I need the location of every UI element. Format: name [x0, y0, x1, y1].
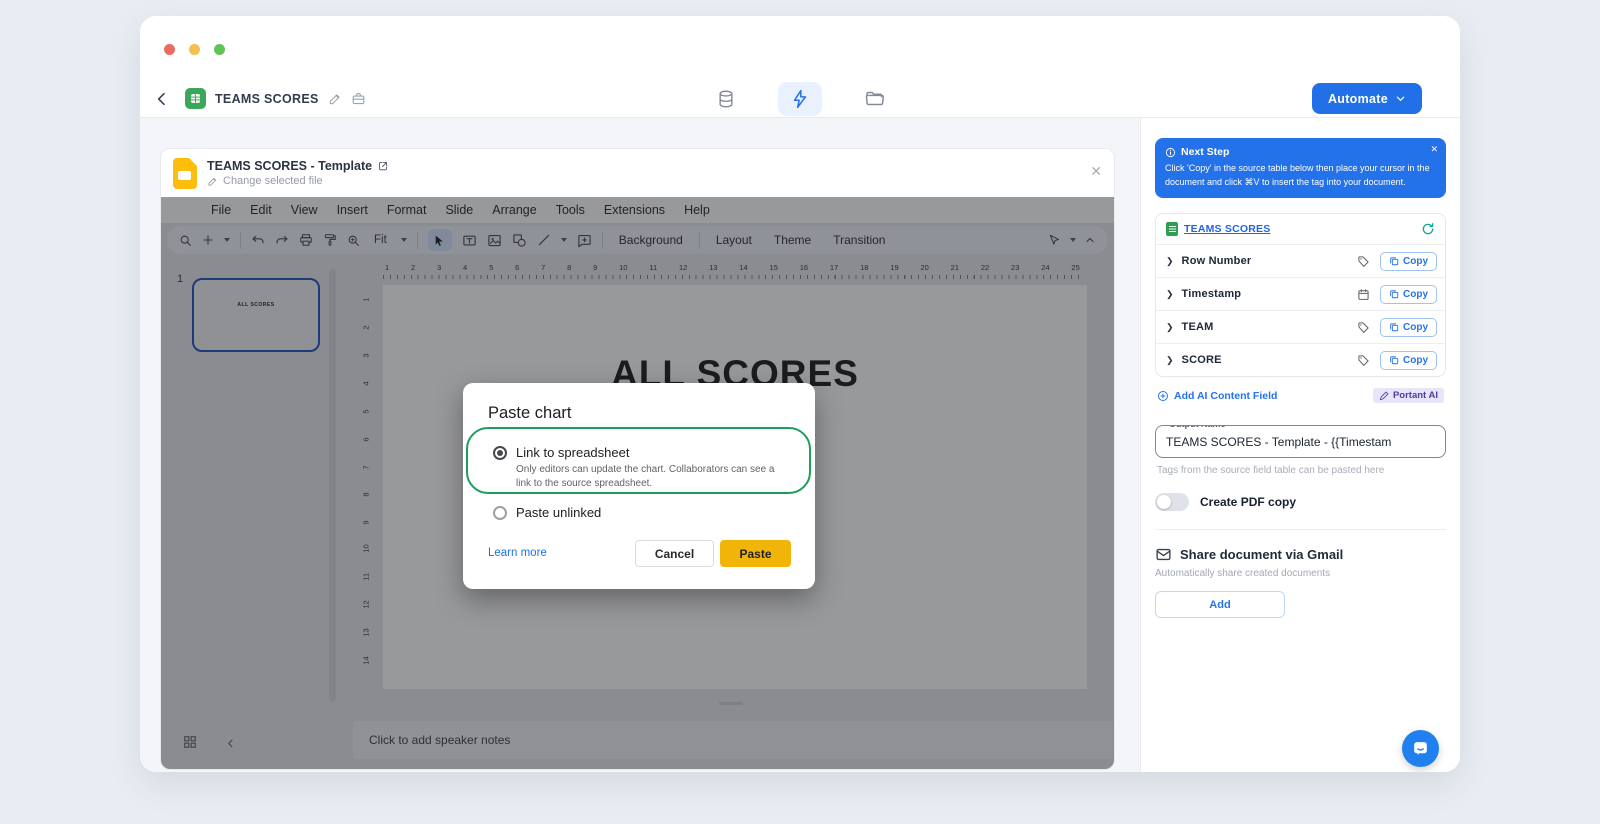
next-step-banner: Next Step ✕ Click 'Copy' in the source t… — [1155, 138, 1446, 198]
field-label: SCORE — [1181, 354, 1222, 366]
portant-ai-label: Portant AI — [1392, 390, 1438, 401]
window-controls — [164, 44, 225, 55]
expand-field-icon[interactable]: ❯ — [1166, 322, 1174, 333]
external-link-icon[interactable] — [377, 160, 389, 172]
main-content: TEAMS SCORES - Template Change selected … — [140, 118, 1460, 772]
paste-unlinked-radio[interactable] — [493, 506, 507, 520]
chevron-down-icon — [1396, 96, 1405, 101]
google-slides-file-icon — [173, 157, 197, 189]
create-pdf-label: Create PDF copy — [1200, 495, 1297, 509]
field-row-row-number: ❯ Row Number Copy — [1156, 244, 1445, 277]
automation-tab[interactable] — [778, 81, 822, 116]
expand-field-icon[interactable]: ❯ — [1166, 256, 1174, 267]
close-embed-icon[interactable]: ✕ — [1090, 163, 1102, 180]
learn-more-link[interactable]: Learn more — [488, 547, 547, 559]
share-gmail-title: Share document via Gmail — [1180, 547, 1344, 562]
info-icon — [1165, 147, 1176, 157]
pencil-icon — [208, 177, 217, 186]
back-button[interactable] — [154, 88, 176, 110]
automate-button[interactable]: Automate — [1311, 83, 1422, 114]
copy-icon — [1390, 356, 1399, 365]
next-step-instructions: Click 'Copy' in the source table below t… — [1165, 163, 1430, 187]
envelope-icon — [1156, 548, 1171, 561]
link-to-spreadsheet-radio[interactable] — [493, 446, 507, 460]
dismiss-banner-icon[interactable]: ✕ — [1430, 144, 1438, 155]
copy-tag-button[interactable]: Copy — [1380, 251, 1437, 271]
copy-icon — [1390, 290, 1399, 299]
tag-icon — [1357, 354, 1370, 367]
portant-ai-badge: Portant AI — [1372, 388, 1444, 403]
copy-label: Copy — [1403, 255, 1428, 267]
refresh-source-icon[interactable] — [1421, 222, 1435, 236]
tag-icon — [1357, 321, 1370, 334]
chat-bubble-icon — [1414, 742, 1427, 755]
automate-button-label: Automate — [1327, 91, 1388, 106]
slides-editor: File Edit View Insert Format Slide Arrange Tool… — [161, 197, 1114, 769]
minimize-window-icon[interactable] — [189, 44, 200, 55]
paste-button[interactable]: Paste — [720, 540, 791, 567]
field-label: Timestamp — [1181, 288, 1242, 300]
dialog-title: Paste chart — [488, 404, 572, 422]
calendar-icon — [1357, 288, 1370, 301]
unlinked-option-label[interactable]: Paste unlinked — [516, 505, 601, 520]
copy-tag-button[interactable]: Copy — [1380, 317, 1437, 337]
create-pdf-toggle[interactable] — [1155, 493, 1189, 511]
source-data-tab[interactable] — [704, 82, 748, 116]
app-window: TEAMS SCORES Automate TEAMS SCORES - Tem… — [140, 16, 1460, 772]
expand-field-icon[interactable]: ❯ — [1166, 355, 1174, 366]
pen-icon — [1379, 391, 1389, 400]
field-row-team: ❯ TEAM Copy — [1156, 310, 1445, 343]
output-name-label: Output Name — [1165, 426, 1230, 429]
right-sidebar: Next Step ✕ Click 'Copy' in the source t… — [1140, 118, 1460, 772]
workflow-title: TEAMS SCORES — [215, 91, 319, 106]
next-step-title: Next Step — [1181, 146, 1230, 158]
copy-label: Copy — [1403, 288, 1428, 300]
copy-tag-button[interactable]: Copy — [1380, 350, 1437, 370]
tag-icon — [1357, 255, 1370, 268]
add-ai-label: Add AI Content Field — [1174, 389, 1278, 402]
output-name-input[interactable] — [1156, 434, 1445, 449]
output-name-helper: Tags from the source field table can be … — [1157, 465, 1385, 476]
template-briefcase-icon[interactable] — [351, 91, 366, 106]
chat-support-button[interactable] — [1402, 730, 1439, 767]
add-ai-content-field-button[interactable]: Add AI Content Field — [1157, 390, 1277, 402]
add-gmail-share-button[interactable]: Add — [1155, 591, 1285, 618]
copy-tag-button[interactable]: Copy — [1380, 284, 1437, 304]
copy-label: Copy — [1403, 321, 1428, 333]
maximize-window-icon[interactable] — [214, 44, 225, 55]
copy-label: Copy — [1403, 354, 1428, 366]
lightning-icon — [793, 89, 807, 108]
circle-plus-icon — [1158, 390, 1168, 401]
spreadsheet-icon — [185, 88, 206, 109]
output-name-field: Output Name — [1155, 425, 1446, 458]
field-label: Row Number — [1181, 255, 1252, 267]
source-fields-table: TEAMS SCORES ❯ Row Number Copy ❯ Timesta… — [1155, 213, 1446, 377]
change-selected-file-link[interactable]: Change selected file — [223, 175, 323, 187]
field-label: TEAM — [1181, 321, 1214, 333]
copy-icon — [1390, 323, 1399, 332]
folder-icon — [865, 91, 884, 106]
copy-icon — [1390, 257, 1399, 266]
field-row-score: ❯ SCORE Copy — [1156, 343, 1445, 376]
source-spreadsheet-link[interactable]: TEAMS SCORES — [1184, 223, 1270, 235]
edit-title-icon[interactable] — [328, 92, 342, 106]
link-option-label[interactable]: Link to spreadsheet — [516, 445, 629, 460]
top-bar: TEAMS SCORES Automate — [140, 80, 1460, 118]
sheets-file-icon — [1166, 222, 1178, 236]
slides-embed-card: TEAMS SCORES - Template Change selected … — [160, 148, 1115, 770]
close-window-icon[interactable] — [164, 44, 175, 55]
database-icon — [719, 90, 733, 107]
output-folder-tab[interactable] — [852, 82, 896, 116]
paste-chart-dialog: Paste chart Link to spreadsheet Only edi… — [463, 383, 815, 589]
share-gmail-subtitle: Automatically share created documents — [1155, 568, 1331, 579]
expand-field-icon[interactable]: ❯ — [1166, 289, 1174, 300]
link-option-description: Only editors can update the chart. Colla… — [516, 464, 775, 489]
template-file-title: TEAMS SCORES - Template — [207, 159, 373, 173]
embed-header: TEAMS SCORES - Template Change selected … — [161, 149, 1114, 197]
cancel-button[interactable]: Cancel — [635, 540, 714, 567]
field-row-timestamp: ❯ Timestamp Copy — [1156, 277, 1445, 310]
